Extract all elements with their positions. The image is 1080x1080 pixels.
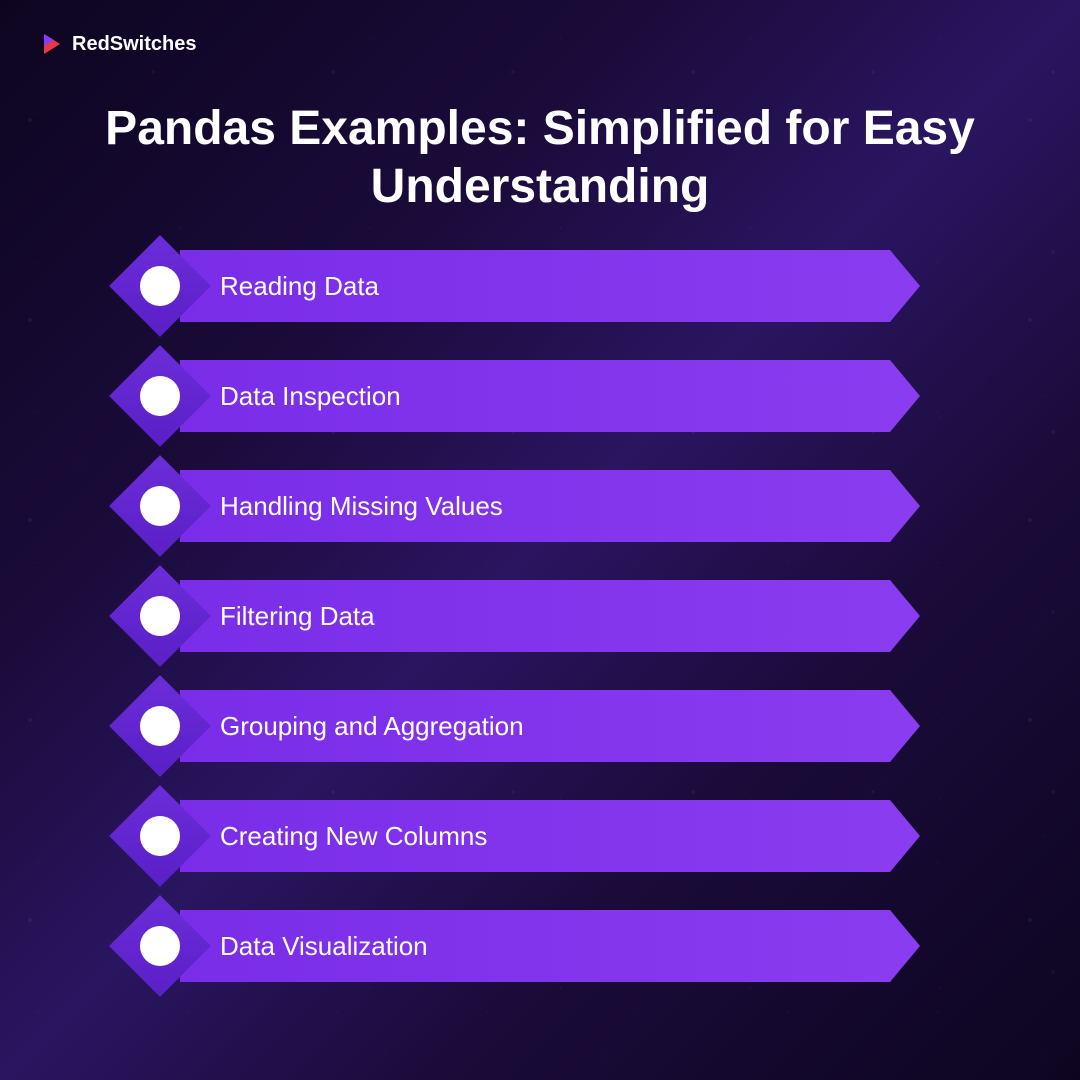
list-item: Creating New Columns [160, 800, 920, 872]
item-label: Data Visualization [220, 931, 428, 962]
list-item: Handling Missing Values [160, 470, 920, 542]
item-label: Grouping and Aggregation [220, 711, 524, 742]
item-label: Handling Missing Values [220, 491, 503, 522]
item-label: Filtering Data [220, 601, 375, 632]
circle-bullet [140, 486, 180, 526]
list-item: Reading Data [160, 250, 920, 322]
brand-name: RedSwitches [72, 33, 196, 56]
item-label: Reading Data [220, 271, 379, 302]
circle-bullet [140, 926, 180, 966]
circle-bullet [140, 706, 180, 746]
brand-logo: RedSwitches [40, 32, 196, 56]
list-item: Filtering Data [160, 580, 920, 652]
item-label: Data Inspection [220, 381, 401, 412]
items-list: Reading Data Data Inspection Handling Mi… [160, 250, 920, 982]
item-label: Creating New Columns [220, 821, 487, 852]
circle-bullet [140, 376, 180, 416]
circle-bullet [140, 596, 180, 636]
page-title: Pandas Examples: Simplified for Easy Und… [54, 100, 1026, 215]
list-item: Data Inspection [160, 360, 920, 432]
circle-bullet [140, 816, 180, 856]
list-item: Grouping and Aggregation [160, 690, 920, 762]
circle-bullet [140, 266, 180, 306]
play-icon [40, 32, 64, 56]
list-item: Data Visualization [160, 910, 920, 982]
